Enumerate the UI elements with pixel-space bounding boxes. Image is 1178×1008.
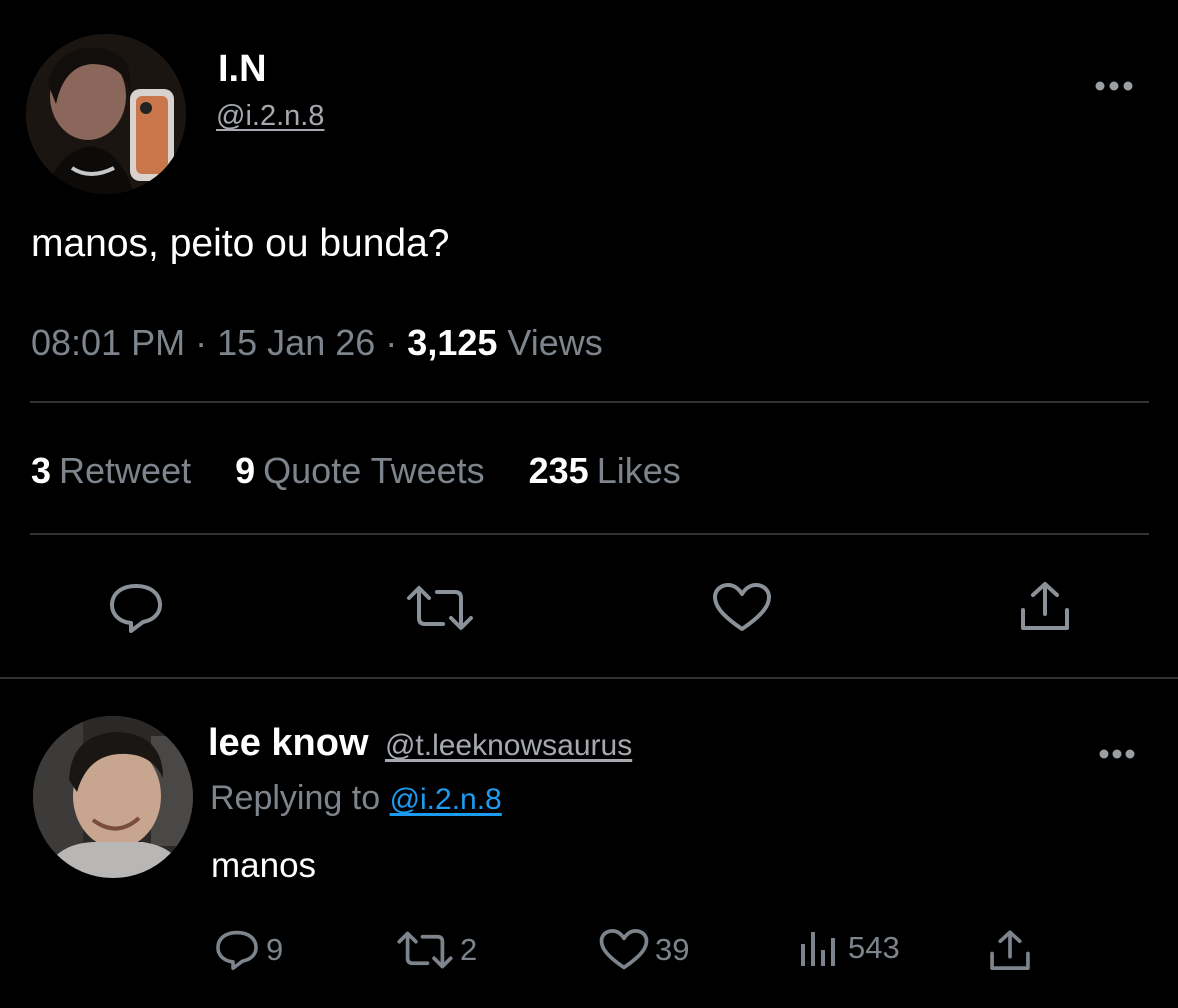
author-avatar[interactable] — [26, 34, 186, 194]
reply-like-button[interactable]: 39 — [599, 928, 689, 972]
heart-icon — [713, 583, 771, 631]
reply-icon — [110, 584, 162, 633]
reply-count: 9 — [266, 932, 284, 967]
retweets-count: 3 — [31, 450, 52, 491]
like-button[interactable] — [712, 582, 772, 639]
reply-author-avatar[interactable] — [33, 716, 193, 878]
replying-to: Replying to @i.2.n.8 — [210, 779, 502, 818]
avatar-photo — [33, 716, 193, 878]
tweet-time: 08:01 PM — [31, 322, 186, 363]
tweet-stats: 3 Retweet 9 Quote Tweets 235 Likes — [31, 450, 715, 492]
tweet-date: 15 Jan 26 — [217, 322, 376, 363]
reply-author-handle[interactable]: @t.leeknowsaurus — [385, 729, 632, 762]
author-handle[interactable]: @i.2.n.8 — [216, 100, 324, 133]
section-divider — [0, 677, 1178, 679]
ellipsis-icon — [1099, 749, 1135, 759]
replying-to-mention[interactable]: @i.2.n.8 — [390, 783, 502, 816]
views-label: Views — [507, 322, 603, 363]
views-count: 3,125 — [407, 322, 498, 363]
meta-separator: · — [195, 322, 208, 363]
quotes-count: 9 — [235, 450, 256, 491]
more-options-button[interactable] — [1094, 64, 1134, 98]
reply-more-options-button[interactable] — [1098, 732, 1136, 766]
retweet-count: 2 — [460, 932, 478, 967]
author-name[interactable]: I.N — [218, 48, 267, 91]
like-count: 39 — [655, 932, 690, 967]
ellipsis-icon — [1095, 81, 1133, 91]
share-icon — [1021, 582, 1069, 630]
retweet-button[interactable] — [405, 582, 475, 639]
likes-count: 235 — [528, 450, 589, 491]
reply-icon — [216, 930, 258, 971]
reply-share-button[interactable] — [988, 928, 1032, 979]
retweets-stat[interactable]: 3 Retweet — [31, 450, 191, 492]
views-chart-icon — [801, 932, 835, 966]
reply-author-name[interactable]: lee know — [208, 722, 369, 764]
meta-separator: · — [385, 322, 398, 363]
retweet-icon — [407, 586, 473, 630]
retweets-label: Retweet — [59, 450, 192, 491]
reply-button[interactable] — [107, 582, 165, 639]
quotes-label: Quote Tweets — [263, 450, 485, 491]
reply-text: manos — [211, 846, 317, 885]
tweet-text: manos, peito ou bunda? — [31, 222, 450, 265]
reply-header: lee know @t.leeknowsaurus — [208, 722, 632, 765]
avatar-photo — [26, 34, 186, 194]
replying-to-label: Replying to — [210, 779, 381, 817]
tweet-meta: 08:01 PM · 15 Jan 26 · 3,125 Views — [31, 322, 603, 364]
divider — [30, 533, 1149, 535]
heart-icon — [599, 928, 649, 970]
reply-reply-button[interactable]: 9 — [214, 928, 283, 972]
reply-retweet-button[interactable]: 2 — [396, 928, 477, 972]
share-button[interactable] — [1018, 580, 1072, 639]
likes-label: Likes — [596, 450, 681, 491]
retweet-icon — [397, 931, 453, 969]
divider — [30, 401, 1149, 403]
reply-views-count: 543 — [848, 930, 900, 965]
likes-stat[interactable]: 235 Likes — [529, 450, 681, 492]
reply-views-button[interactable]: 543 — [798, 928, 900, 968]
quotes-stat[interactable]: 9 Quote Tweets — [235, 450, 485, 492]
share-icon — [990, 930, 1030, 970]
